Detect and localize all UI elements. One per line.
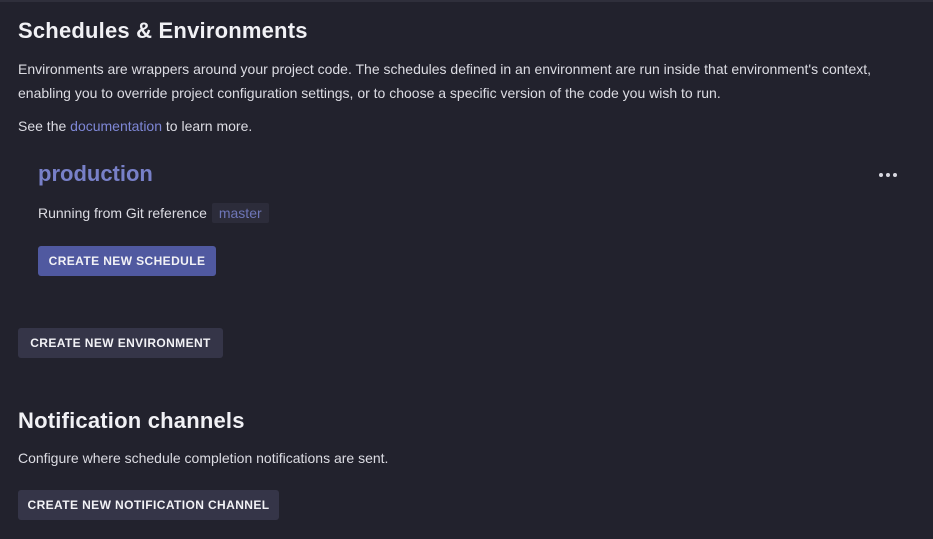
- dot: [893, 173, 897, 177]
- documentation-line: See the documentation to learn more.: [18, 115, 252, 137]
- create-new-schedule-button[interactable]: CREATE NEW SCHEDULE: [38, 246, 216, 276]
- create-new-notification-channel-button[interactable]: CREATE NEW NOTIFICATION CHANNEL: [18, 490, 279, 520]
- git-reference-label: Running from Git reference: [38, 205, 207, 221]
- schedules-description: Environments are wrappers around your pr…: [18, 61, 872, 101]
- more-options-icon[interactable]: [876, 166, 900, 184]
- environment-name: production: [38, 161, 153, 186]
- notification-channels-description: Configure where schedule completion noti…: [18, 450, 389, 466]
- dot: [879, 173, 883, 177]
- top-divider: [0, 0, 933, 2]
- dot: [886, 173, 890, 177]
- doc-suffix-text: to learn more.: [162, 118, 253, 134]
- create-new-environment-button[interactable]: CREATE NEW ENVIRONMENT: [18, 328, 223, 358]
- notification-channels-title: Notification channels: [18, 408, 245, 433]
- schedules-section-title: Schedules & Environments: [18, 18, 308, 43]
- environment-card: production Running from Git reference ma…: [38, 158, 900, 288]
- git-reference-line: Running from Git reference master: [38, 203, 269, 223]
- git-reference-tag: master: [211, 203, 269, 223]
- doc-prefix-text: See the: [18, 118, 71, 134]
- documentation-link[interactable]: documentation: [70, 118, 162, 134]
